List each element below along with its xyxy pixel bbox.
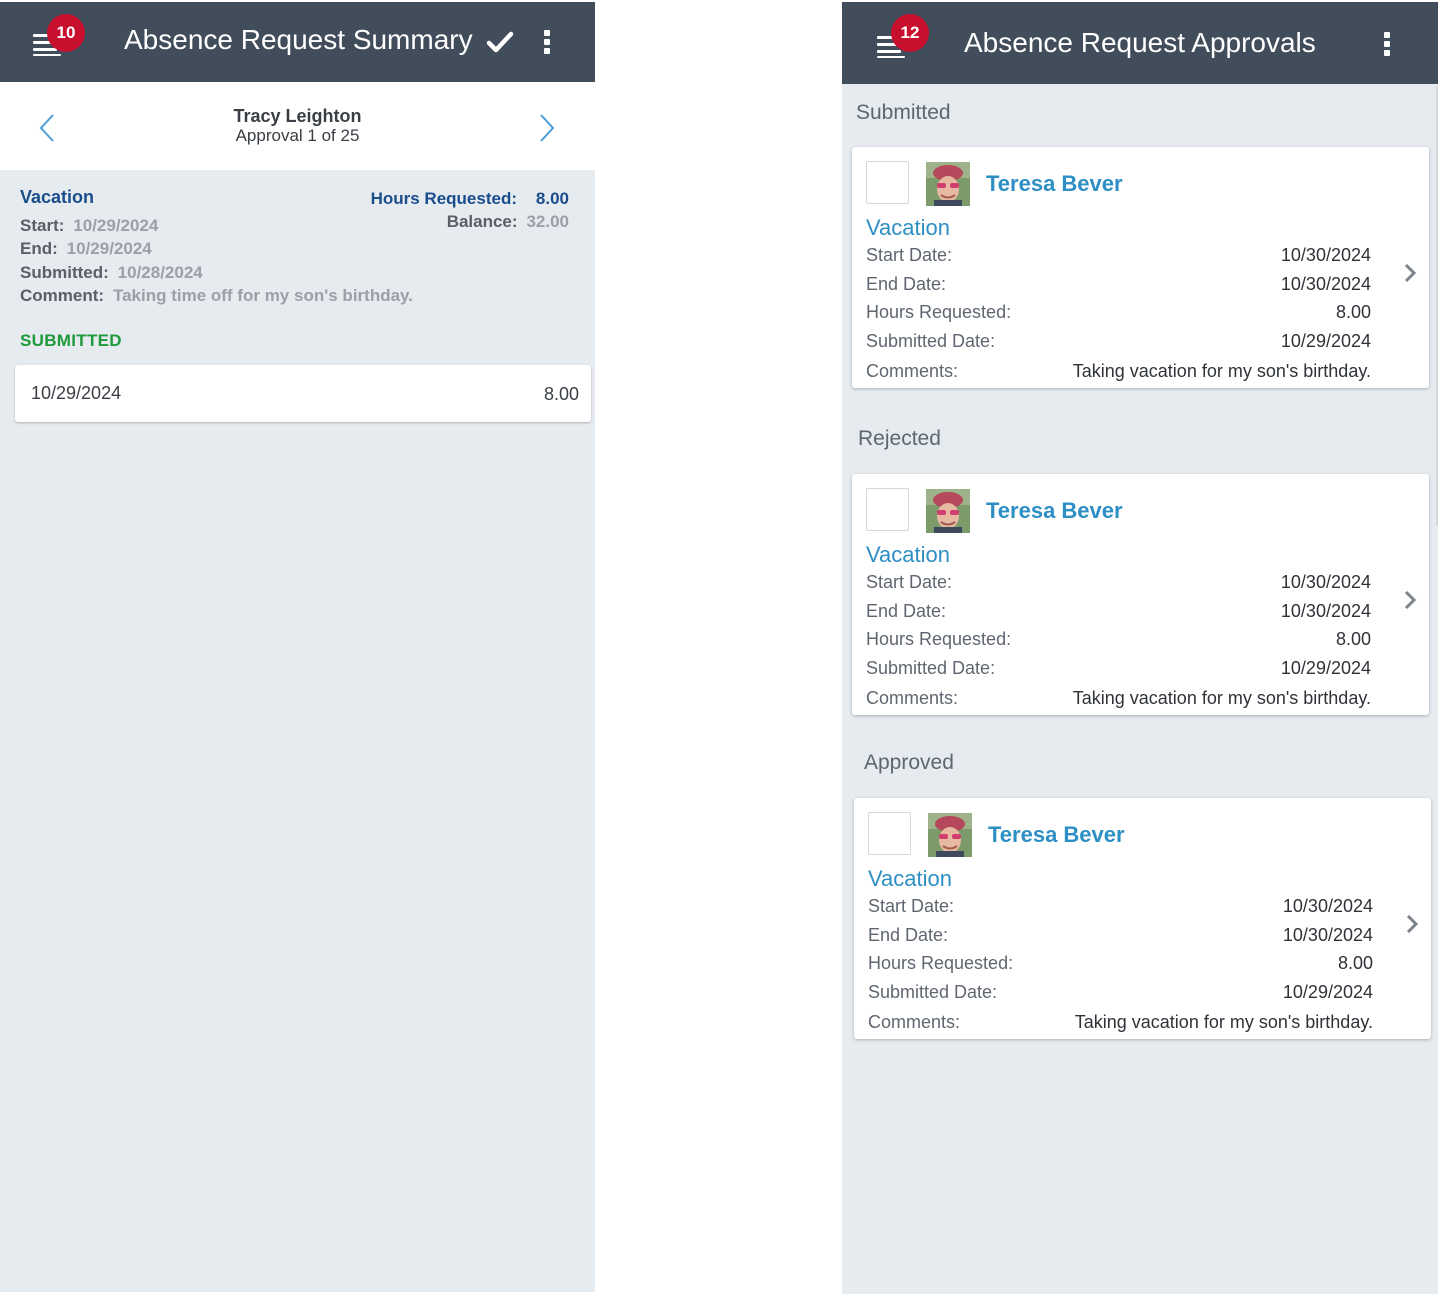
absence-type: Vacation [866,215,950,240]
approval-card[interactable]: Teresa Bever Vacation Start Date: 10/30/… [852,474,1429,715]
avatar [926,489,970,533]
notification-badge: 10 [47,14,85,52]
employee-name: Tracy Leighton [233,106,362,126]
hours-requested-value: 8.00 [535,189,569,208]
comments-value: Taking vacation for my son's birthday. [1072,688,1371,708]
day-hours: 8.00 [543,384,579,404]
page-title: Absence Request Approvals [964,27,1316,58]
hours-requested-value: 8.00 [1335,302,1371,322]
submitted-date-label: Submitted Date: [868,982,998,1002]
end-value: 10/29/2024 [66,239,152,258]
end-date-label: End Date: [868,925,949,945]
absence-type: Vacation [868,866,952,891]
select-checkbox[interactable] [866,161,909,204]
top-app-bar: 10 Absence Request Summary [0,2,595,82]
hours-requested-value: 8.00 [1337,953,1373,973]
select-checkbox[interactable] [868,812,911,855]
submitted-value: 10/28/2024 [117,263,203,282]
hours-requested-label: Hours Requested: [370,189,517,208]
comment-value: Taking time off for my son's birthday. [112,286,413,305]
start-date-value: 10/30/2024 [1282,896,1373,916]
balance-value: 32.00 [526,212,569,231]
chevron-right-icon[interactable] [1403,589,1417,611]
end-label: End: [20,239,58,258]
employee-name[interactable]: Teresa Bever [986,171,1123,197]
submitted-date-value: 10/29/2024 [1280,331,1371,351]
start-date-value: 10/30/2024 [1280,572,1371,592]
absence-type: Vacation [20,187,95,207]
end-date-label: End Date: [866,601,947,621]
comments-label: Comments: [866,361,959,381]
section-approved-label: Approved [864,751,954,774]
day-row[interactable]: 10/29/2024 8.00 [15,365,591,422]
start-date-label: Start Date: [866,572,953,592]
start-row: Start: 10/29/2024 [20,216,158,236]
submitted-date-value: 10/29/2024 [1280,658,1371,678]
employee-name[interactable]: Teresa Bever [988,822,1125,848]
submitted-date-label: Submitted Date: [866,658,996,678]
section-submitted-label: Submitted [856,101,951,124]
submitted-label: Submitted: [20,263,109,282]
comment-row: Comment: Taking time off for my son's bi… [20,286,413,306]
section-rejected-label: Rejected [858,427,941,450]
start-value: 10/29/2024 [73,216,159,235]
end-date-value: 10/30/2024 [1280,274,1371,294]
more-vertical-icon[interactable] [544,30,552,57]
status-label: SUBMITTED [20,331,122,350]
start-label: Start: [20,216,65,235]
scrollbar[interactable] [1436,86,1438,526]
approval-card[interactable]: Teresa Bever Vacation Start Date: 10/30/… [854,798,1431,1039]
avatar [928,813,972,857]
comments-value: Taking vacation for my son's birthday. [1072,361,1371,381]
start-date-label: Start Date: [866,245,953,265]
end-date-value: 10/30/2024 [1280,601,1371,621]
hours-requested-label: Hours Requested: [868,953,1014,973]
submitted-date-label: Submitted Date: [866,331,996,351]
approval-navigator: Tracy Leighton Approval 1 of 25 [0,82,595,170]
select-checkbox[interactable] [866,488,909,531]
avatar [926,162,970,206]
hours-requested-label: Hours Requested: [866,302,1012,322]
chevron-right-icon[interactable] [1405,913,1419,935]
chevron-right-icon[interactable] [538,112,556,144]
end-row: End: 10/29/2024 [20,239,152,259]
start-date-label: Start Date: [868,896,955,916]
notification-badge: 12 [891,14,929,52]
approval-position: Approval 1 of 25 [235,126,360,145]
chevron-right-icon[interactable] [1403,262,1417,284]
end-date-value: 10/30/2024 [1282,925,1373,945]
day-date: 10/29/2024 [31,383,122,403]
employee-name[interactable]: Teresa Bever [986,498,1123,524]
balance-row: Balance: 32.00 [447,212,569,232]
page-title: Absence Request Summary [124,24,473,55]
start-date-value: 10/30/2024 [1280,245,1371,265]
end-date-label: End Date: [866,274,947,294]
more-vertical-icon[interactable] [1384,32,1392,59]
hours-requested-label: Hours Requested: [866,629,1012,649]
absence-type: Vacation [866,542,950,567]
comments-value: Taking vacation for my son's birthday. [1074,1012,1373,1032]
comments-label: Comments: [866,688,959,708]
comments-label: Comments: [868,1012,961,1032]
hours-requested-row: Hours Requested: 8.00 [371,189,569,209]
hours-requested-value: 8.00 [1335,629,1371,649]
balance-label: Balance: [446,212,518,231]
approval-card[interactable]: Teresa Bever Vacation Start Date: 10/30/… [852,147,1429,388]
submitted-date-value: 10/29/2024 [1282,982,1373,1002]
absence-approvals-screen: 12 Absence Request Approvals Submitted T… [842,2,1438,1294]
comment-label: Comment: [20,286,105,305]
top-app-bar: 12 Absence Request Approvals [842,2,1438,84]
absence-summary-screen: 10 Absence Request Summary Tracy Leighto… [0,2,595,1292]
submitted-row: Submitted: 10/28/2024 [20,263,203,283]
checkmark-icon[interactable] [486,30,514,54]
